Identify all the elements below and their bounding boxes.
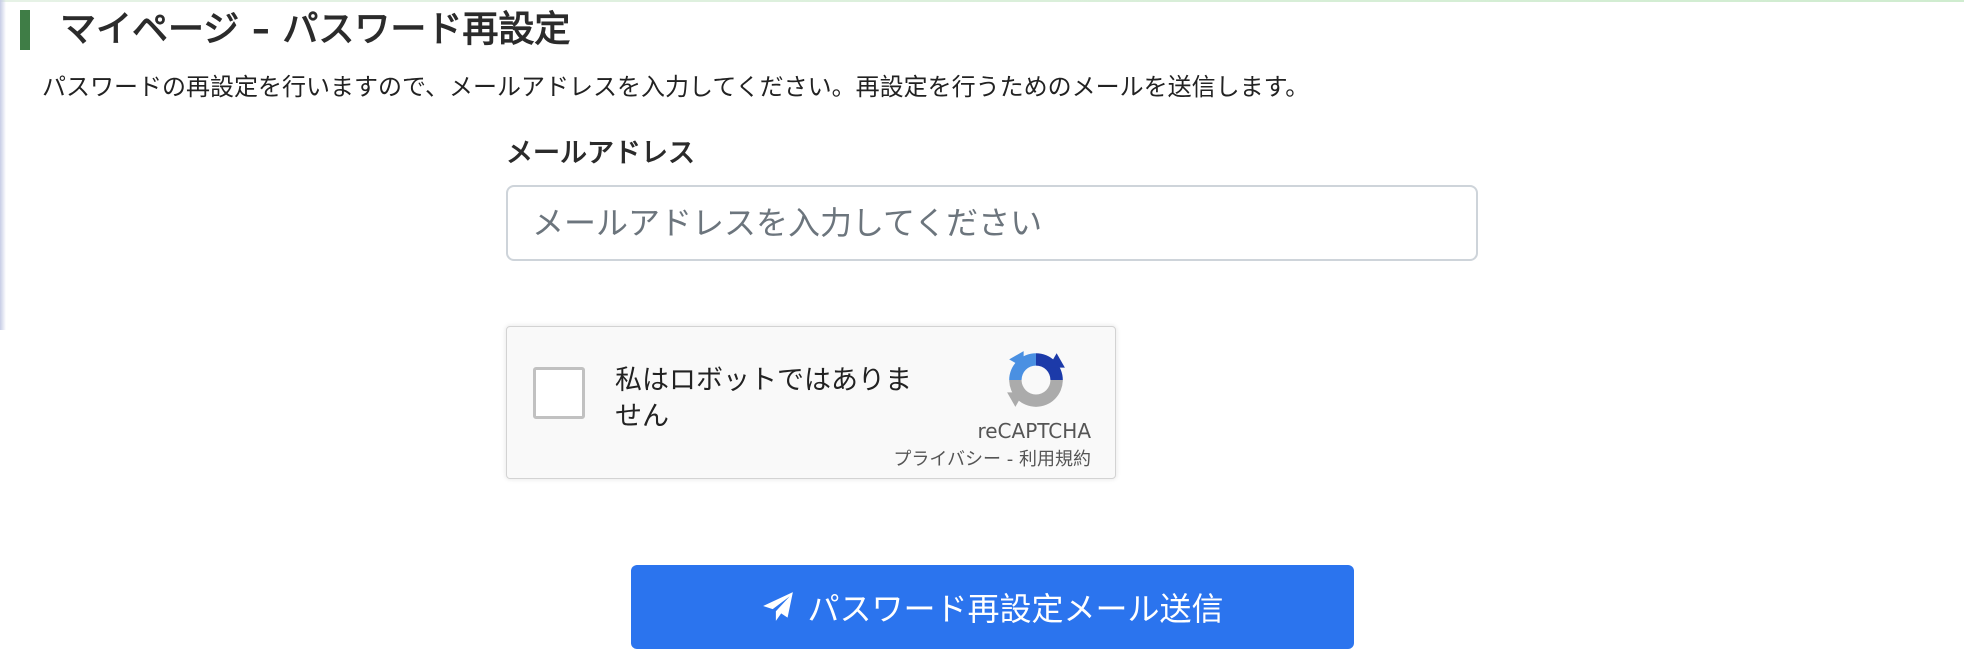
send-reset-email-label: パスワード再設定メール送信 <box>807 590 1224 628</box>
recaptcha-logo-icon <box>1007 351 1065 407</box>
password-reset-page: マイページ – パスワード再設定 パスワードの再設定を行いますので、メールアドレ… <box>0 0 1964 666</box>
send-reset-email-button[interactable]: パスワード再設定メール送信 <box>631 565 1354 649</box>
recaptcha-brand: reCAPTCHA <box>977 419 1091 443</box>
recaptcha-label: 私はロボットではありません <box>615 365 912 432</box>
recaptcha-terms-link[interactable]: 利用規約 <box>1019 449 1091 470</box>
paper-plane-icon <box>763 592 794 621</box>
email-label: メールアドレス <box>506 138 695 169</box>
title-accent-bar <box>20 10 30 50</box>
page-title: マイページ – パスワード再設定 <box>60 9 571 50</box>
recaptcha-widget: 私はロボットではありません reCAPTCHA プライバシー - 利用規約 <box>506 326 1116 479</box>
recaptcha-links: プライバシー - 利用規約 <box>893 449 1091 471</box>
top-divider <box>0 0 1964 2</box>
left-edge-shadow <box>0 0 6 330</box>
recaptcha-privacy-link[interactable]: プライバシー <box>893 449 1001 470</box>
page-description: パスワードの再設定を行いますので、メールアドレスを入力してください。再設定を行う… <box>42 73 1310 101</box>
recaptcha-link-separator: - <box>1001 449 1019 470</box>
email-field[interactable] <box>506 185 1478 261</box>
recaptcha-checkbox[interactable] <box>533 367 585 419</box>
